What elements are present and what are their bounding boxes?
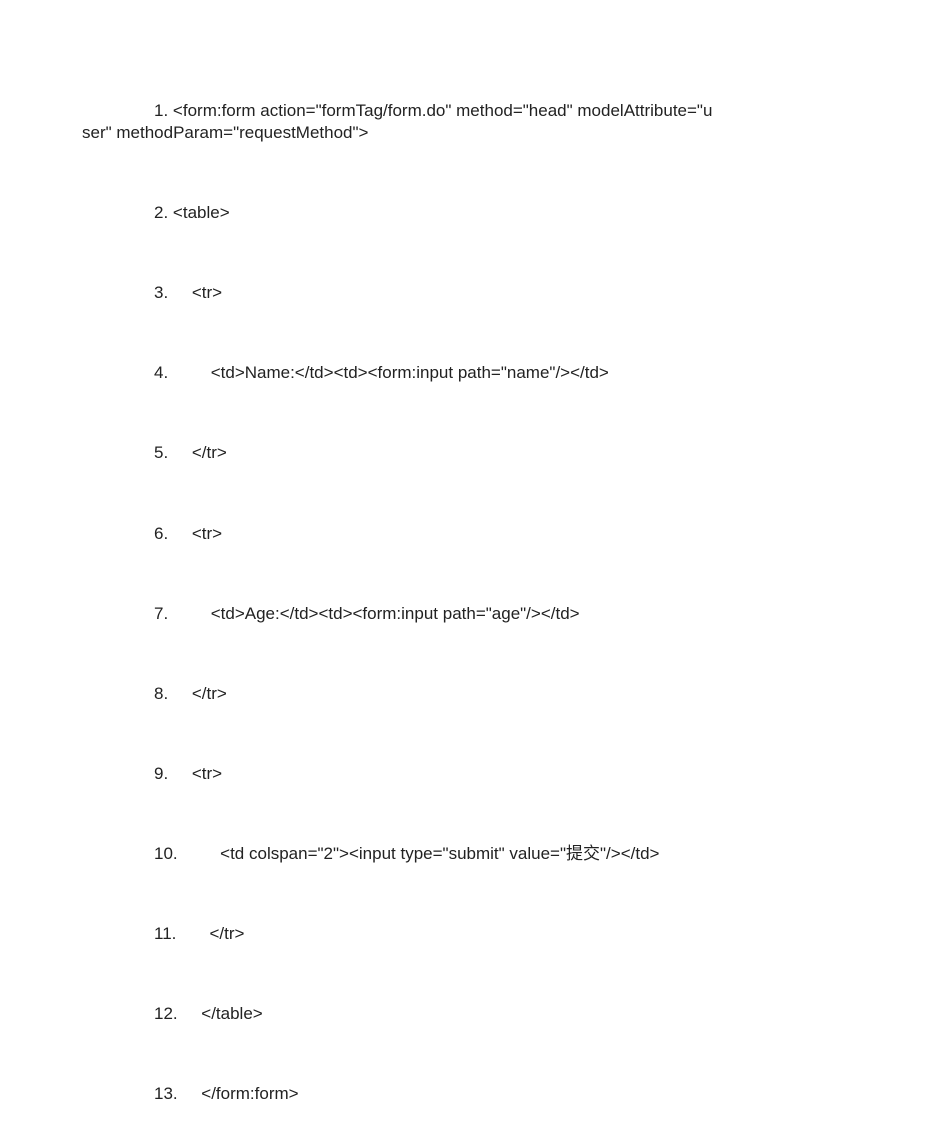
code-line: 9. <tr> [82,763,863,785]
code-line: 4. <td>Name:</td><td><form:input path="n… [82,362,863,384]
line-number: 12. [154,1004,178,1023]
code-line: 11. </tr> [82,923,863,945]
code-line: 6. <tr> [82,523,863,545]
code-text: <td>Age:</td><td><form:input path="age"/… [173,604,580,623]
code-text: <table> [173,203,230,222]
line-number: 7. [154,604,168,623]
line-number: 2. [154,203,168,222]
line-number: 1. [154,101,168,120]
code-line: 10. <td colspan="2"><input type="submit"… [82,843,863,865]
code-line: 1. <form:form action="formTag/form.do" m… [82,100,863,144]
code-line: 12. </table> [82,1003,863,1025]
code-text: <td colspan="2"><input type="submit" val… [182,844,659,863]
code-text: </tr> [173,684,227,703]
code-text: <tr> [173,283,222,302]
code-text: </tr> [173,443,227,462]
line-number: 3. [154,283,168,302]
code-line: 2. <table> [82,202,863,224]
line-number: 11. [154,924,176,943]
code-text: <tr> [173,524,222,543]
code-line: 3. <tr> [82,282,863,304]
code-text: </form:form> [182,1084,298,1103]
line-number: 10. [154,844,178,863]
code-text: </table> [182,1004,262,1023]
code-line: 7. <td>Age:</td><td><form:input path="ag… [82,603,863,625]
code-text: <td>Name:</td><td><form:input path="name… [173,363,609,382]
line-number: 13. [154,1084,178,1103]
line-number: 8. [154,684,168,703]
code-line: 8. </tr> [82,683,863,705]
line-number: 5. [154,443,168,462]
code-line: 13. </form:form> [82,1083,863,1105]
code-text: <form:form action="formTag/form.do" meth… [173,101,713,120]
line-number: 9. [154,764,168,783]
code-listing: 1. <form:form action="formTag/form.do" m… [0,0,945,1105]
line-number: 6. [154,524,168,543]
code-text-wrap: ser" methodParam="requestMethod"> [82,123,368,142]
code-text: </tr> [181,924,244,943]
code-text: <tr> [173,764,222,783]
line-number: 4. [154,363,168,382]
code-line: 5. </tr> [82,442,863,464]
